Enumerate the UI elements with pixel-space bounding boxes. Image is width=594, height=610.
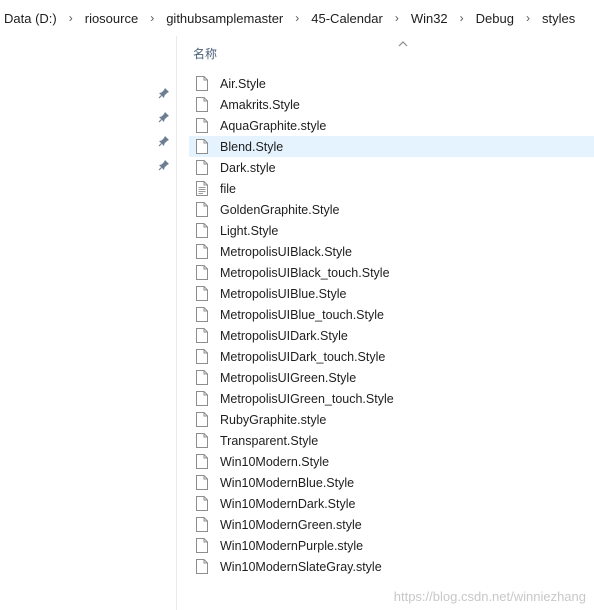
file-row[interactable]: MetropolisUIDark_touch.Style xyxy=(189,346,594,367)
file-name: MetropolisUIDark_touch.Style xyxy=(220,349,386,364)
chevron-right-icon[interactable]: › xyxy=(142,11,162,25)
file-icon xyxy=(196,391,208,406)
breadcrumb-item[interactable]: Win32 xyxy=(407,11,452,26)
file-row[interactable]: MetropolisUIBlack_touch.Style xyxy=(189,262,594,283)
file-row[interactable]: Win10ModernDark.Style xyxy=(189,493,594,514)
file-row[interactable]: RubyGraphite.style xyxy=(189,409,594,430)
breadcrumb-item[interactable]: Data (D:) xyxy=(0,11,61,26)
file-name: MetropolisUIBlue.Style xyxy=(220,286,347,301)
navigation-pane xyxy=(0,36,176,610)
column-header-name[interactable]: 名称 xyxy=(193,45,217,62)
file-icon xyxy=(196,328,208,343)
file-row[interactable]: Dark.style xyxy=(189,157,594,178)
file-row[interactable]: Light.Style xyxy=(189,220,594,241)
file-row[interactable]: Win10Modern.Style xyxy=(189,451,594,472)
file-row[interactable]: Amakrits.Style xyxy=(189,94,594,115)
file-name: Transparent.Style xyxy=(220,433,319,448)
file-icon xyxy=(196,559,208,574)
file-icon xyxy=(196,265,208,280)
pin-icon[interactable] xyxy=(157,86,171,100)
file-list: Air.Style Amakrits.Style AquaGraphite.styl… xyxy=(189,73,594,577)
file-icon xyxy=(196,76,208,91)
file-name: MetropolisUIBlack.Style xyxy=(220,244,352,259)
file-name: Win10ModernSlateGray.style xyxy=(220,559,382,574)
file-row[interactable]: Win10ModernPurple.style xyxy=(189,535,594,556)
file-name: Win10ModernPurple.style xyxy=(220,538,364,553)
pin-icon[interactable] xyxy=(157,110,171,124)
file-row[interactable]: Blend.Style xyxy=(189,136,594,157)
file-icon xyxy=(196,223,208,238)
address-breadcrumb: Data (D:) › riosource › githubsamplemaster › 4… xyxy=(0,0,594,36)
breadcrumb-item[interactable]: Debug xyxy=(472,11,518,26)
file-row[interactable]: file xyxy=(189,178,594,199)
file-name: AquaGraphite.style xyxy=(220,118,327,133)
file-row[interactable]: MetropolisUIBlack.Style xyxy=(189,241,594,262)
chevron-right-icon[interactable]: › xyxy=(387,11,407,25)
file-name: MetropolisUIBlack_touch.Style xyxy=(220,265,390,280)
file-row[interactable]: Win10ModernGreen.style xyxy=(189,514,594,535)
file-row[interactable]: MetropolisUIGreen.Style xyxy=(189,367,594,388)
text-file-icon xyxy=(196,181,208,196)
file-icon xyxy=(196,307,208,322)
file-row[interactable]: AquaGraphite.style xyxy=(189,115,594,136)
file-name: Dark.style xyxy=(220,160,276,175)
file-icon xyxy=(196,97,208,112)
chevron-right-icon[interactable]: › xyxy=(61,11,81,25)
file-name: MetropolisUIBlue_touch.Style xyxy=(220,307,384,322)
watermark: https://blog.csdn.net/winniezhang xyxy=(393,589,586,604)
file-row[interactable]: Win10ModernBlue.Style xyxy=(189,472,594,493)
pin-icon[interactable] xyxy=(157,158,171,172)
file-icon xyxy=(196,496,208,511)
file-icon xyxy=(196,538,208,553)
file-name: Win10ModernDark.Style xyxy=(220,496,356,511)
file-row[interactable]: MetropolisUIBlue_touch.Style xyxy=(189,304,594,325)
pin-icon[interactable] xyxy=(157,134,171,148)
file-name: file xyxy=(220,181,236,196)
file-icon xyxy=(196,244,208,259)
file-name: MetropolisUIGreen.Style xyxy=(220,370,357,385)
file-name: Win10ModernBlue.Style xyxy=(220,475,355,490)
file-icon xyxy=(196,454,208,469)
file-name: MetropolisUIGreen_touch.Style xyxy=(220,391,394,406)
file-name: GoldenGraphite.Style xyxy=(220,202,340,217)
chevron-right-icon[interactable]: › xyxy=(518,11,538,25)
file-name: Air.Style xyxy=(220,76,266,91)
file-row[interactable]: MetropolisUIGreen_touch.Style xyxy=(189,388,594,409)
file-icon xyxy=(196,160,208,175)
breadcrumb-item[interactable]: styles xyxy=(538,11,579,26)
file-name: Blend.Style xyxy=(220,139,284,154)
file-name: Amakrits.Style xyxy=(220,97,300,112)
file-row[interactable]: MetropolisUIBlue.Style xyxy=(189,283,594,304)
file-row[interactable]: MetropolisUIDark.Style xyxy=(189,325,594,346)
file-icon xyxy=(196,118,208,133)
file-row[interactable]: GoldenGraphite.Style xyxy=(189,199,594,220)
file-icon xyxy=(196,475,208,490)
file-icon xyxy=(196,433,208,448)
file-name: RubyGraphite.style xyxy=(220,412,327,427)
file-row[interactable]: Transparent.Style xyxy=(189,430,594,451)
file-icon xyxy=(196,370,208,385)
breadcrumb-item[interactable]: 45-Calendar xyxy=(307,11,387,26)
breadcrumb-item[interactable]: riosource xyxy=(81,11,142,26)
sort-chevron-up-icon[interactable] xyxy=(396,36,410,47)
file-row[interactable]: Air.Style xyxy=(189,73,594,94)
file-icon xyxy=(196,517,208,532)
file-name: Light.Style xyxy=(220,223,279,238)
breadcrumb-item[interactable]: githubsamplemaster xyxy=(162,11,287,26)
file-name: Win10ModernGreen.style xyxy=(220,517,362,532)
chevron-right-icon[interactable]: › xyxy=(287,11,307,25)
file-icon xyxy=(196,412,208,427)
file-name: Win10Modern.Style xyxy=(220,454,330,469)
file-icon xyxy=(196,286,208,301)
file-icon xyxy=(196,202,208,217)
file-list-view: 名称 Air.Style Amakrits.Style AquaGraphite.s… xyxy=(177,36,594,610)
file-row[interactable]: Win10ModernSlateGray.style xyxy=(189,556,594,577)
chevron-right-icon[interactable]: › xyxy=(452,11,472,25)
file-icon xyxy=(196,349,208,364)
file-name: MetropolisUIDark.Style xyxy=(220,328,348,343)
file-icon xyxy=(196,139,208,154)
